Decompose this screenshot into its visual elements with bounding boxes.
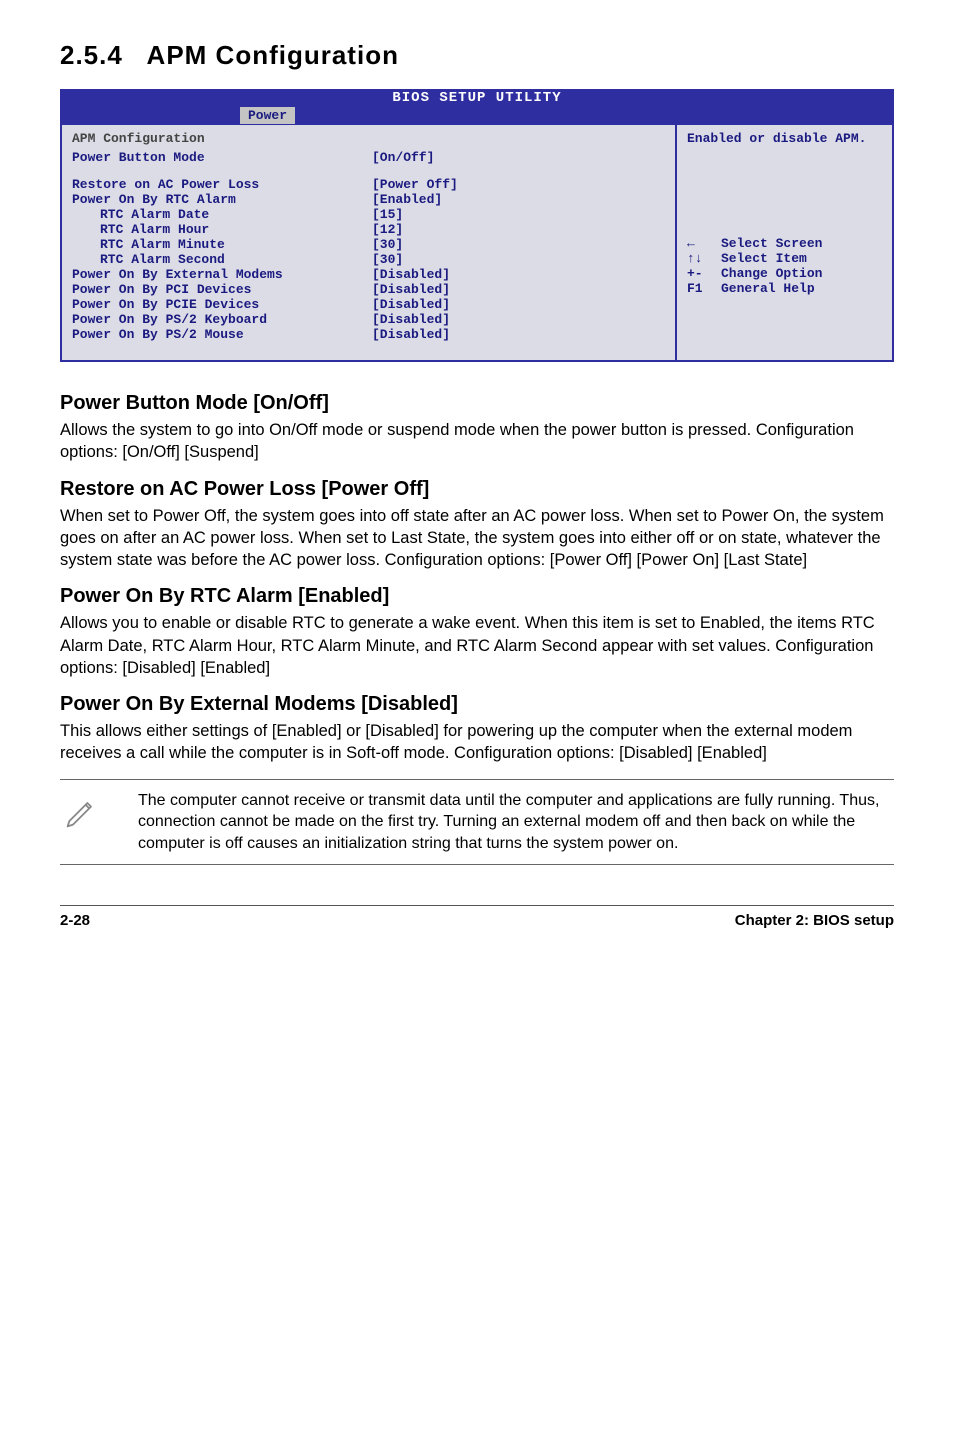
bios-nav-text: General Help [721,281,815,296]
bios-nav-row: +- Change Option [687,266,882,281]
f1-key-icon: F1 [687,281,721,296]
bios-setting-value: [12] [372,222,403,237]
subsection-body: Allows you to enable or disable RTC to g… [60,612,894,679]
subsection-heading: Restore on AC Power Loss [Power Off] [60,478,894,501]
subsection-body: When set to Power Off, the system goes i… [60,505,894,572]
page-number: 2-28 [60,912,90,929]
bios-row: Power On By PS/2 Mouse [Disabled] [72,327,665,342]
bios-setting-label: RTC Alarm Hour [72,222,372,237]
subsection-body: This allows either settings of [Enabled]… [60,720,894,765]
bios-row: RTC Alarm Minute [30] [72,237,665,252]
bios-nav-text: Select Item [721,251,807,266]
bios-row: Power On By RTC Alarm [Enabled] [72,192,665,207]
bios-nav-text: Select Screen [721,236,822,251]
section-name: APM Configuration [147,40,399,70]
bios-setting-value: [Power Off] [372,177,458,192]
bios-setting-label: Restore on AC Power Loss [72,177,372,192]
bios-nav-text: Change Option [721,266,822,281]
bios-setting-label: RTC Alarm Minute [72,237,372,252]
bios-setting-label: Power On By PS/2 Mouse [72,327,372,342]
bios-setting-label: Power On By External Modems [72,267,372,282]
bios-setting-value: [Disabled] [372,282,450,297]
subsection-body: Allows the system to go into On/Off mode… [60,419,894,464]
subsection-heading: Power On By External Modems [Disabled] [60,693,894,716]
bios-utility-title: BIOS SETUP UTILITY [60,89,894,107]
page-footer: 2-28 Chapter 2: BIOS setup [60,905,894,929]
bios-setting-value: [Enabled] [372,192,442,207]
bios-pane-heading: APM Configuration [72,131,665,146]
bios-row: Power On By PCIE Devices [Disabled] [72,297,665,312]
note-text: The computer cannot receive or transmit … [138,790,890,855]
bios-row: Power On By PS/2 Keyboard [Disabled] [72,312,665,327]
bios-setting-value: [Disabled] [372,327,450,342]
bios-row: RTC Alarm Second [30] [72,252,665,267]
bios-row: Restore on AC Power Loss [Power Off] [72,177,665,192]
bios-setting-label: Power Button Mode [72,150,372,165]
bios-help-text: Enabled or disable APM. [687,131,882,146]
bios-left-pane: APM Configuration Power Button Mode [On/… [62,125,677,360]
bios-tab-power: Power [240,107,295,124]
bios-setting-label: RTC Alarm Second [72,252,372,267]
bios-nav-row: ↑↓ Select Item [687,251,882,266]
bios-setting-value: [Disabled] [372,267,450,282]
bios-nav-row: F1 General Help [687,281,882,296]
bios-row: Power On By PCI Devices [Disabled] [72,282,665,297]
updown-arrow-icon: ↑↓ [687,251,721,266]
bios-setting-label: Power On By RTC Alarm [72,192,372,207]
bios-setting-label: Power On By PCI Devices [72,282,372,297]
section-number: 2.5.4 [60,40,123,70]
bios-body: APM Configuration Power Button Mode [On/… [60,125,894,362]
bios-setting-value: [On/Off] [372,150,434,165]
bios-screenshot: BIOS SETUP UTILITY Power APM Configurati… [60,89,894,362]
section-title: 2.5.4 APM Configuration [60,40,894,71]
bios-row: Power Button Mode [On/Off] [72,150,665,165]
bios-nav-row: ← Select Screen [687,236,882,251]
bios-right-pane: Enabled or disable APM. ← Select Screen … [677,125,892,360]
bios-setting-label: Power On By PS/2 Keyboard [72,312,372,327]
bios-setting-value: [30] [372,237,403,252]
subsection-heading: Power On By RTC Alarm [Enabled] [60,585,894,608]
chapter-label: Chapter 2: BIOS setup [735,912,894,929]
bios-setting-value: [Disabled] [372,312,450,327]
bios-setting-value: [Disabled] [372,297,450,312]
bios-tab-bar: Power [60,107,894,125]
bios-nav-help: ← Select Screen ↑↓ Select Item +- Change… [687,236,882,296]
bios-setting-value: [15] [372,207,403,222]
bios-row: RTC Alarm Date [15] [72,207,665,222]
bios-row: RTC Alarm Hour [12] [72,222,665,237]
bios-setting-label: RTC Alarm Date [72,207,372,222]
bios-setting-value: [30] [372,252,403,267]
bios-setting-label: Power On By PCIE Devices [72,297,372,312]
bios-row: Power On By External Modems [Disabled] [72,267,665,282]
subsection-heading: Power Button Mode [On/Off] [60,392,894,415]
pencil-icon [64,790,114,835]
note-box: The computer cannot receive or transmit … [60,779,894,866]
left-arrow-icon: ← [687,236,721,251]
plus-minus-icon: +- [687,266,721,281]
